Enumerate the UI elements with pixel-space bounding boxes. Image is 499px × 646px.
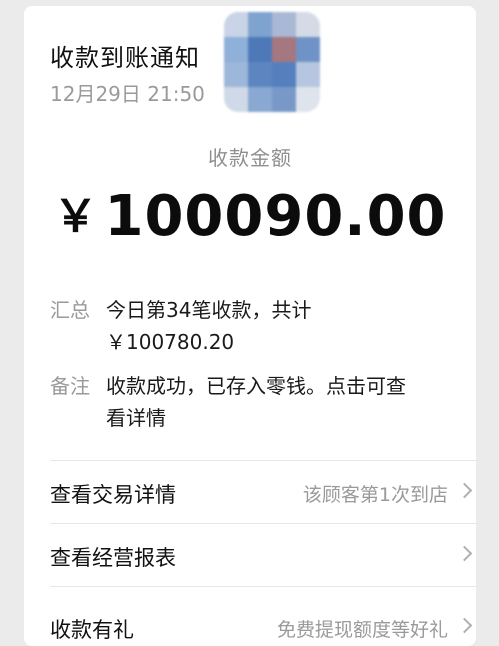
summary-line-2: ￥100780.20: [106, 330, 235, 354]
amount-value: 100090.00: [104, 184, 447, 249]
chevron-right-icon: [456, 482, 473, 499]
currency-symbol: ￥: [53, 191, 99, 242]
notification-card[interactable]: 收款到账通知 12月29日 21:50 收款金额 ￥ 100090.00 汇总 今…: [24, 6, 476, 646]
payment-amount: ￥ 100090.00: [24, 184, 476, 249]
notification-time: 12月29日 21:50: [50, 82, 205, 106]
divider: [50, 586, 476, 587]
remark-line-1: 收款成功，已存入零钱。点击可查: [106, 374, 406, 398]
remark-value: 收款成功，已存入零钱。点击可查 看详情: [106, 370, 456, 434]
menu-payment-gift[interactable]: 收款有礼 免费提现额度等好礼: [50, 596, 476, 646]
menu-label: 收款有礼: [50, 618, 134, 642]
menu-hint: 该顾客第1次到店: [302, 484, 448, 506]
chevron-right-icon: [456, 545, 473, 562]
menu-label: 查看交易详情: [50, 483, 176, 507]
blurred-avatar: [224, 12, 320, 112]
remark-key: 备注: [50, 374, 90, 398]
summary-line-1: 今日第34笔收款，共计: [106, 298, 312, 322]
menu-hint: 免费提现额度等好礼: [276, 619, 448, 641]
remark-line-2: 看详情: [106, 406, 166, 430]
menu-business-report[interactable]: 查看经营报表: [50, 524, 476, 586]
chevron-right-icon: [456, 617, 473, 634]
notification-title: 收款到账通知: [50, 44, 200, 72]
summary-key: 汇总: [50, 298, 90, 322]
menu-transaction-details[interactable]: 查看交易详情 该顾客第1次到店: [50, 461, 476, 523]
amount-label: 收款金额: [208, 146, 292, 170]
summary-value: 今日第34笔收款，共计 ￥100780.20: [106, 294, 456, 358]
menu-label: 查看经营报表: [50, 546, 176, 570]
